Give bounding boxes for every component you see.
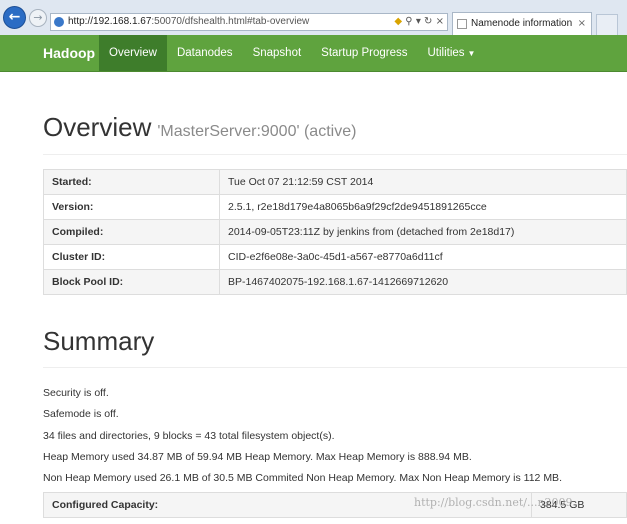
row-value: Tue Oct 07 21:12:59 CST 2014 — [219, 169, 627, 195]
page-icon — [54, 17, 64, 27]
overview-heading: Overview — [43, 112, 152, 142]
address-bar[interactable]: http://192.168.1.67:50070/dfshealth.html… — [50, 13, 448, 31]
table-row: Compiled: 2014-09-05T23:11Z by jenkins fr… — [43, 219, 627, 245]
table-row: Version: 2.5.1, r2e18d179e4a8065b6a9f29cf… — [43, 194, 627, 220]
table-row: Cluster ID: CID-e2f6e08e-3a0c-45d1-a567-e… — [43, 244, 627, 270]
row-value: 2.5.1, r2e18d179e4a8065b6a9f29cf2de94518… — [219, 194, 627, 220]
nav-items: Overview Datanodes Snapshot Startup Prog… — [99, 35, 485, 71]
forward-arrow-icon: → — [33, 11, 43, 24]
page-title: Overview 'MasterServer:9000' (active) — [43, 112, 356, 143]
forward-button[interactable]: → — [29, 9, 47, 27]
search-icon[interactable]: ⚲ — [405, 16, 412, 27]
row-value: CID-e2f6e08e-3a0c-45d1-a567-e8770a6d11cf — [219, 244, 627, 270]
nav-startup-progress-label: Startup Progress — [321, 47, 408, 59]
row-label: Compiled: — [43, 219, 220, 245]
divider — [43, 154, 627, 155]
nav-snapshot[interactable]: Snapshot — [243, 35, 312, 71]
nav-datanodes-label: Datanodes — [176, 47, 233, 59]
close-tab-icon[interactable]: × — [578, 13, 586, 34]
overview-subtitle: 'MasterServer:9000' (active) — [157, 123, 357, 140]
row-label: Started: — [43, 169, 220, 195]
table-row: Block Pool ID: BP-1467402075-192.168.1.67… — [43, 269, 627, 295]
browser-tab[interactable]: Namenode information × — [452, 12, 592, 35]
brand-logo[interactable]: Hadoop — [43, 35, 95, 71]
capacity-label: Configured Capacity: — [52, 499, 159, 511]
table-row: Started: Tue Oct 07 21:12:59 CST 2014 — [43, 169, 627, 195]
nav-overview-label: Overview — [109, 47, 157, 59]
stop-icon[interactable]: × — [436, 16, 444, 27]
tab-page-icon — [457, 19, 467, 29]
nav-utilities[interactable]: Utilities ▼ — [417, 35, 485, 71]
back-button[interactable]: ← — [3, 6, 26, 29]
back-arrow-icon: ← — [8, 9, 21, 25]
row-label: Cluster ID: — [43, 244, 220, 270]
non-heap-memory: Non Heap Memory used 26.1 MB of 30.5 MB … — [43, 472, 562, 484]
new-tab-button[interactable] — [596, 14, 618, 35]
caret-down-icon: ▼ — [467, 49, 476, 58]
row-label: Block Pool ID: — [43, 269, 220, 295]
url-host: http://192.168.1.67 — [68, 16, 152, 27]
tab-title: Namenode information — [471, 18, 573, 29]
url-path: :50070/dfshealth.html#tab-overview — [151, 16, 310, 27]
nav-utilities-label: Utilities — [427, 47, 465, 59]
nav-snapshot-label: Snapshot — [252, 47, 302, 59]
compatibility-view-icon[interactable]: ◆ — [394, 16, 402, 27]
nav-startup-progress[interactable]: Startup Progress — [311, 35, 417, 71]
heap-memory: Heap Memory used 34.87 MB of 59.94 MB He… — [43, 451, 472, 463]
row-value: BP-1467402075-192.168.1.67-1412669712620 — [219, 269, 627, 295]
security-status: Security is off. — [43, 387, 109, 399]
browser-chrome: ← → http://192.168.1.67:50070/dfshealth.… — [0, 0, 627, 36]
divider — [43, 367, 627, 368]
navbar: Hadoop Overview Datanodes Snapshot Start… — [0, 35, 627, 72]
overview-table: Started: Tue Oct 07 21:12:59 CST 2014 Ver… — [43, 169, 627, 295]
row-label: Version: — [43, 194, 220, 220]
refresh-icon[interactable]: ↻ — [424, 16, 432, 27]
dropdown-icon[interactable]: ▾ — [416, 16, 421, 27]
address-tools: ◆ ⚲ ▾ ↻ × — [394, 14, 444, 30]
nav-overview[interactable]: Overview — [99, 35, 167, 71]
watermark: http://blog.csdn.net/...n2009 — [414, 496, 573, 509]
row-value: 2014-09-05T23:11Z by jenkins from (detac… — [219, 219, 627, 245]
filesystem-objects: 34 files and directories, 9 blocks = 43 … — [43, 430, 335, 442]
safemode-status: Safemode is off. — [43, 408, 119, 420]
summary-heading: Summary — [43, 326, 155, 356]
nav-datanodes[interactable]: Datanodes — [167, 35, 243, 71]
